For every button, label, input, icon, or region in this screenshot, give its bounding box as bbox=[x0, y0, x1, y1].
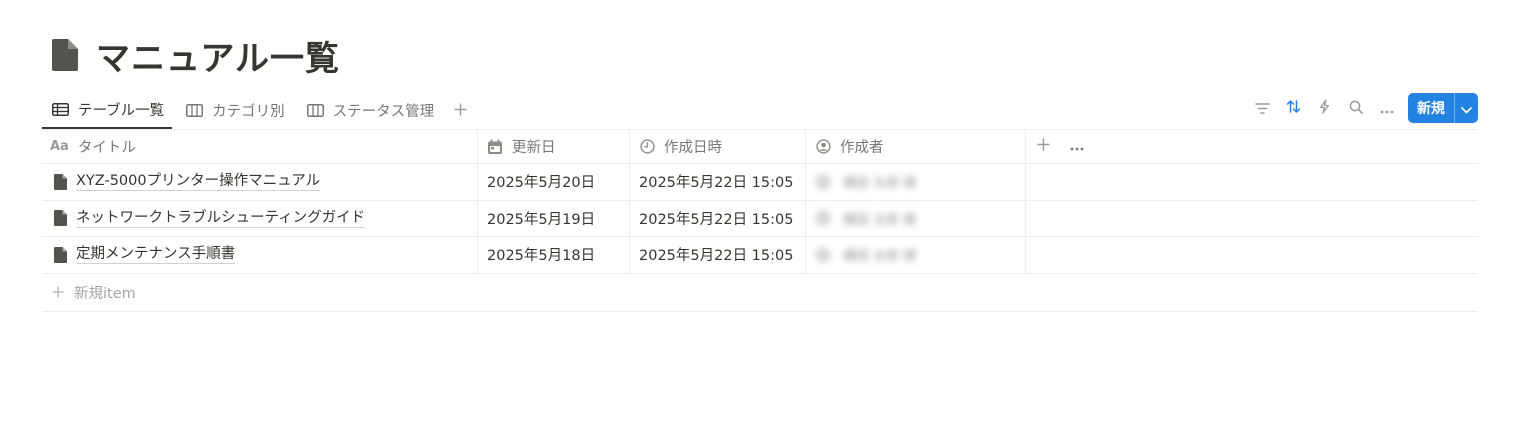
add-view-button[interactable] bbox=[446, 92, 475, 129]
column-label: 更新日 bbox=[512, 140, 556, 156]
updated-date-cell[interactable]: 2025年5月19日 bbox=[478, 200, 630, 236]
column-header-author[interactable]: 作成者 bbox=[806, 130, 1026, 163]
new-dropdown-button[interactable] bbox=[1454, 93, 1478, 123]
plus-icon bbox=[1037, 138, 1050, 155]
sort-icon bbox=[1286, 99, 1301, 118]
tab-table-view[interactable]: テーブル一覧 bbox=[42, 92, 173, 129]
page-link[interactable]: 定期メンテナンス手順書 bbox=[76, 245, 236, 265]
avatar bbox=[815, 173, 831, 190]
page-header: マニュアル一覧 bbox=[52, 31, 340, 80]
document-icon bbox=[54, 210, 68, 227]
tab-label: カテゴリ別 bbox=[212, 104, 285, 120]
plus-icon bbox=[52, 286, 64, 298]
created-time-cell[interactable]: 2025年5月22日 15:05 bbox=[630, 164, 806, 200]
document-icon bbox=[54, 173, 68, 190]
table-icon bbox=[52, 103, 70, 117]
table-row[interactable]: XYZ-5000プリンター操作マニュアル 2025年5月20日 2025年5月2… bbox=[42, 164, 1478, 201]
automation-button[interactable] bbox=[1309, 94, 1340, 122]
column-label: タイトル bbox=[77, 140, 136, 156]
author-chip: 横田 太郎 様 bbox=[815, 245, 916, 264]
page-link[interactable]: ネットワークトラブルシューティングガイド bbox=[76, 209, 366, 228]
table-row[interactable]: ネットワークトラブルシューティングガイド 2025年5月19日 2025年5月2… bbox=[42, 200, 1478, 237]
page-link[interactable]: XYZ-5000プリンター操作マニュアル bbox=[76, 172, 321, 192]
new-button-group: 新規 bbox=[1408, 93, 1478, 123]
avatar bbox=[815, 210, 831, 227]
add-property-button[interactable] bbox=[1026, 134, 1060, 160]
text-property-icon: Aa bbox=[50, 139, 69, 154]
column-label: 作成者 bbox=[840, 140, 884, 156]
table-row[interactable]: 定期メンテナンス手順書 2025年5月18日 2025年5月22日 15:05 … bbox=[42, 237, 1478, 274]
sort-button[interactable] bbox=[1278, 94, 1309, 122]
created-time-cell[interactable]: 2025年5月22日 15:05 bbox=[630, 237, 806, 273]
calendar-icon bbox=[486, 139, 504, 155]
new-item-button[interactable]: 新規item bbox=[42, 274, 1478, 312]
empty-cell bbox=[1026, 164, 1478, 200]
person-icon bbox=[814, 139, 832, 155]
document-icon[interactable] bbox=[52, 38, 78, 72]
search-button[interactable] bbox=[1340, 94, 1371, 122]
column-label: 作成日時 bbox=[664, 140, 722, 156]
author-cell[interactable]: 横田 太郎 様 bbox=[806, 237, 1026, 273]
filter-button[interactable] bbox=[1247, 94, 1278, 122]
author-chip: 横田 太郎 様 bbox=[815, 209, 916, 228]
column-header-created[interactable]: 作成日時 bbox=[630, 130, 806, 163]
author-name: 横田 太郎 様 bbox=[843, 212, 917, 228]
board-icon bbox=[306, 104, 325, 118]
new-button[interactable]: 新規 bbox=[1408, 93, 1454, 123]
created-time-cell[interactable]: 2025年5月22日 15:05 bbox=[630, 200, 806, 236]
database-toolbar: 新規 bbox=[1247, 93, 1478, 123]
board-icon bbox=[186, 104, 204, 118]
author-chip: 横田 太郎 様 bbox=[815, 172, 916, 191]
chevron-down-icon bbox=[1461, 99, 1472, 118]
column-tools bbox=[1026, 130, 1478, 163]
author-name: 横田 太郎 様 bbox=[843, 249, 917, 265]
column-header-title[interactable]: Aa タイトル bbox=[42, 130, 478, 163]
tab-label: テーブル一覧 bbox=[78, 103, 165, 119]
tab-category-view[interactable]: カテゴリ別 bbox=[176, 92, 293, 129]
tab-status-view[interactable]: ステータス管理 bbox=[297, 92, 443, 129]
title-cell[interactable]: XYZ-5000プリンター操作マニュアル bbox=[42, 164, 478, 200]
page-title[interactable]: マニュアル一覧 bbox=[96, 31, 340, 80]
table-header: Aa タイトル 更新日 作成日時 作成者 bbox=[42, 129, 1478, 164]
avatar bbox=[815, 246, 831, 263]
more-icon bbox=[1380, 99, 1394, 118]
author-name: 横田 太郎 様 bbox=[843, 176, 917, 192]
updated-date-cell[interactable]: 2025年5月18日 bbox=[478, 237, 630, 273]
plus-icon bbox=[454, 101, 467, 120]
author-cell[interactable]: 横田 太郎 様 bbox=[806, 200, 1026, 236]
empty-cell bbox=[1026, 201, 1478, 237]
database-table: Aa タイトル 更新日 作成日時 作成者 XYZ-5000プリンター操作マニュア… bbox=[42, 129, 1478, 312]
column-header-updated[interactable]: 更新日 bbox=[478, 130, 630, 163]
author-cell[interactable]: 横田 太郎 様 bbox=[806, 164, 1026, 200]
view-tabs: テーブル一覧 カテゴリ別 ステータス管理 bbox=[42, 92, 475, 129]
filter-icon bbox=[1255, 99, 1270, 118]
tab-label: ステータス管理 bbox=[332, 104, 435, 120]
search-icon bbox=[1349, 99, 1363, 118]
clock-icon bbox=[638, 139, 656, 155]
title-cell[interactable]: ネットワークトラブルシューティングガイド bbox=[42, 200, 478, 236]
updated-date-cell[interactable]: 2025年5月20日 bbox=[478, 164, 630, 200]
empty-cell bbox=[1026, 237, 1478, 273]
document-icon bbox=[54, 246, 68, 263]
automation-icon bbox=[1319, 98, 1330, 118]
title-cell[interactable]: 定期メンテナンス手順書 bbox=[42, 237, 478, 273]
property-options-button[interactable] bbox=[1060, 134, 1094, 160]
new-item-label: 新規item bbox=[74, 285, 136, 302]
more-icon bbox=[1070, 139, 1084, 155]
more-options-button[interactable] bbox=[1371, 94, 1402, 122]
